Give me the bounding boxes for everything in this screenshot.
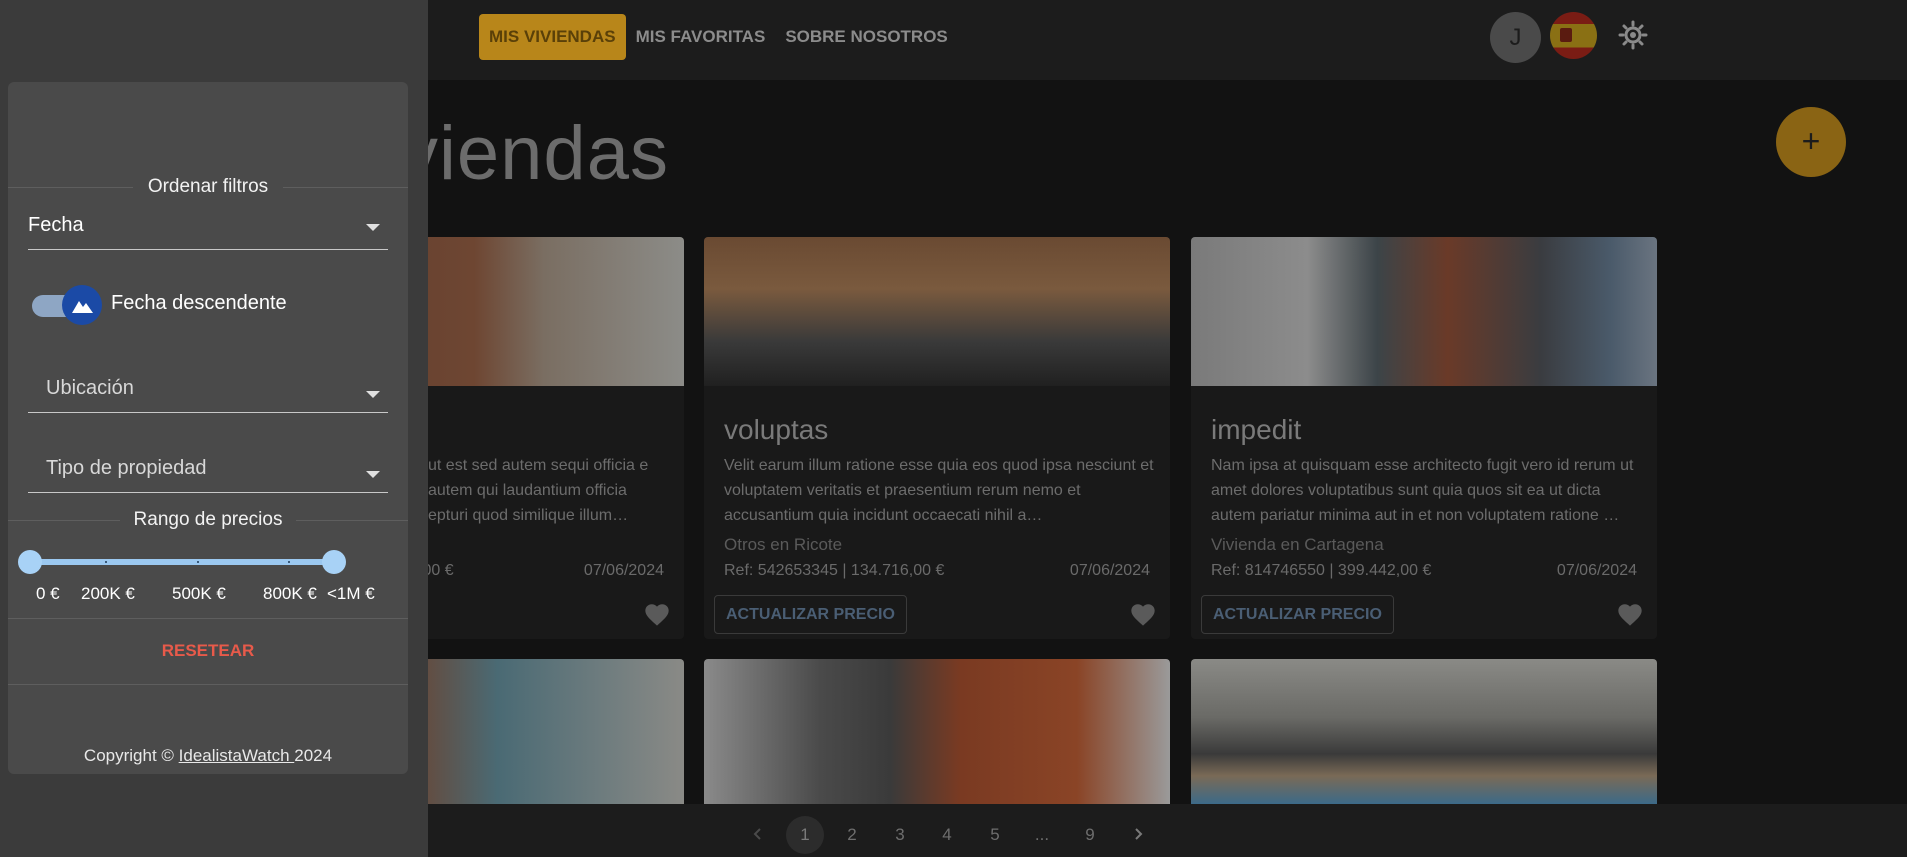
page-ellipsis: ...	[1034, 825, 1050, 844]
page-button[interactable]: 4	[928, 816, 966, 854]
price-mark: 200K €	[81, 584, 135, 603]
heart-icon[interactable]	[1616, 601, 1644, 627]
heart-icon[interactable]	[1129, 601, 1157, 627]
divider	[8, 684, 408, 685]
price-mark: 0 €	[36, 584, 60, 603]
property-type-select[interactable]: Tipo de propiedad	[28, 453, 388, 493]
divider	[8, 618, 408, 619]
card-date: 07/06/2024	[583, 562, 664, 579]
chevron-right-icon[interactable]	[1130, 826, 1146, 842]
chevron-down-icon	[366, 391, 380, 398]
card-ref: Ref: 814746550 | 399.442,00 €	[1211, 562, 1432, 579]
card-location: Vivienda en Cartagena	[1211, 535, 1384, 554]
nav-mis-viviendas[interactable]: MIS VIVIENDAS	[479, 14, 626, 60]
slider-min-thumb[interactable]	[18, 550, 42, 574]
copyright-link[interactable]: IdealistaWatch	[179, 746, 295, 765]
reset-button[interactable]: RESETEAR	[8, 641, 408, 661]
card-location: Otros en Ricote	[724, 535, 843, 554]
property-image	[704, 237, 1170, 386]
location-placeholder: Ubicación	[46, 377, 134, 399]
card-description: Velit earum illum ratione esse quia eos …	[724, 457, 1154, 524]
slider-tick	[288, 561, 290, 563]
page-button[interactable]: 2	[833, 816, 871, 854]
copyright: Copyright © IdealistaWatch 2024	[83, 746, 333, 765]
main-nav: MIS VIVIENDAS MIS FAVORITAS SOBRE NOSOTR…	[479, 14, 958, 60]
page-button[interactable]: 5	[976, 816, 1014, 854]
mountain-icon	[72, 301, 93, 313]
sun-icon[interactable]	[1618, 20, 1648, 50]
property-card-image[interactable]	[704, 659, 1170, 805]
property-type-placeholder: Tipo de propiedad	[46, 457, 207, 479]
price-mark: <1M €	[327, 584, 375, 603]
nav-mis-favoritas[interactable]: MIS FAVORITAS	[626, 14, 776, 60]
spain-flag-icon[interactable]	[1550, 12, 1597, 59]
page-button[interactable]: 9	[1071, 816, 1109, 854]
update-price-button[interactable]: ACTUALIZAR PRECIO	[714, 595, 907, 634]
page-title: viendas	[400, 111, 669, 196]
sort-select[interactable]: Fecha	[28, 210, 388, 250]
chevron-down-icon	[366, 471, 380, 478]
price-heading: Rango de precios	[133, 509, 283, 530]
order-toggle-label: Fecha descendente	[111, 292, 287, 314]
card-ref: Ref: 542653345 | 134.716,00 €	[724, 562, 945, 579]
card-date: 07/06/2024	[1069, 562, 1150, 579]
location-select[interactable]: Ubicación	[28, 373, 388, 413]
price-marks: 0 € 200K € 500K € 800K € <1M €	[8, 584, 408, 606]
nav-sobre-nosotros[interactable]: SOBRE NOSOTROS	[775, 14, 957, 60]
card-title: impedit	[1211, 414, 1302, 445]
property-card-image[interactable]	[1191, 659, 1657, 805]
order-toggle[interactable]	[32, 285, 102, 325]
chevron-left-icon[interactable]	[750, 826, 766, 842]
user-avatar[interactable]: J	[1490, 12, 1541, 63]
price-range-slider[interactable]	[18, 550, 346, 574]
price-mark: 500K €	[172, 584, 226, 603]
filters-panel: Ordenar filtros Fecha Fecha descendente …	[8, 82, 408, 774]
slider-max-thumb[interactable]	[322, 550, 346, 574]
property-card[interactable]: impedit Nam ipsa at quisquam esse archit…	[1191, 237, 1657, 639]
slider-tick	[105, 561, 107, 563]
card-description: Nam ipsa at quisquam esse architecto fug…	[1211, 457, 1634, 524]
property-card[interactable]: voluptas Velit earum illum ratione esse …	[704, 237, 1170, 639]
sort-select-value: Fecha	[28, 214, 84, 236]
chevron-down-icon	[366, 224, 380, 231]
slider-tick	[197, 561, 199, 563]
property-image	[1191, 237, 1657, 386]
page-button[interactable]: 3	[881, 816, 919, 854]
sort-heading: Ordenar filtros	[147, 176, 269, 197]
card-title: voluptas	[724, 414, 829, 445]
page-button[interactable]: 1	[786, 816, 824, 854]
card-date: 07/06/2024	[1556, 562, 1637, 579]
add-property-button[interactable]: +	[1776, 107, 1846, 177]
update-price-button[interactable]: ACTUALIZAR PRECIO	[1201, 595, 1394, 634]
heart-icon[interactable]	[643, 601, 671, 627]
price-mark: 800K €	[263, 584, 317, 603]
card-description: ut est sed autem sequi officia e autem q…	[428, 457, 649, 524]
